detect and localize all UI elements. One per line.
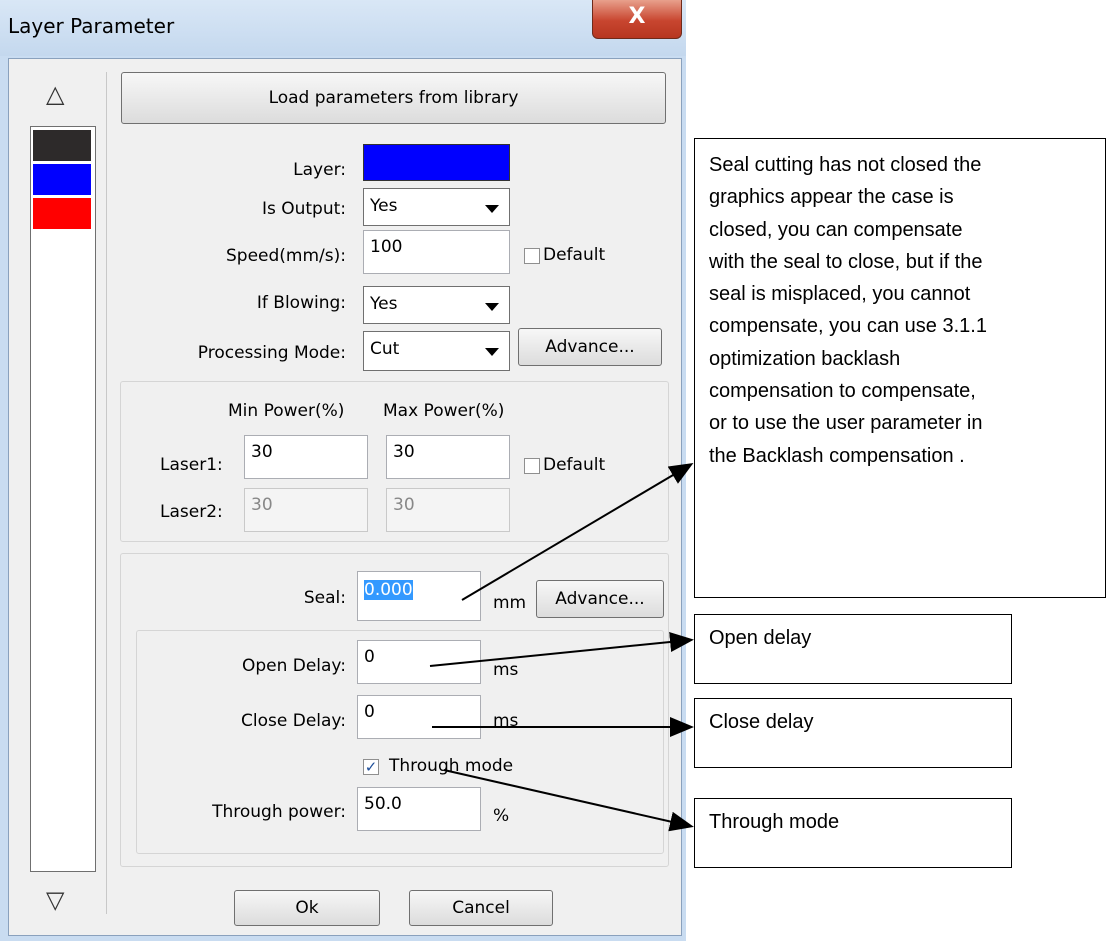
through-mode-arrow xyxy=(443,769,694,832)
open-delay-arrow xyxy=(429,632,694,667)
seal-arrow xyxy=(461,462,694,601)
annotation-arrows xyxy=(429,462,694,832)
